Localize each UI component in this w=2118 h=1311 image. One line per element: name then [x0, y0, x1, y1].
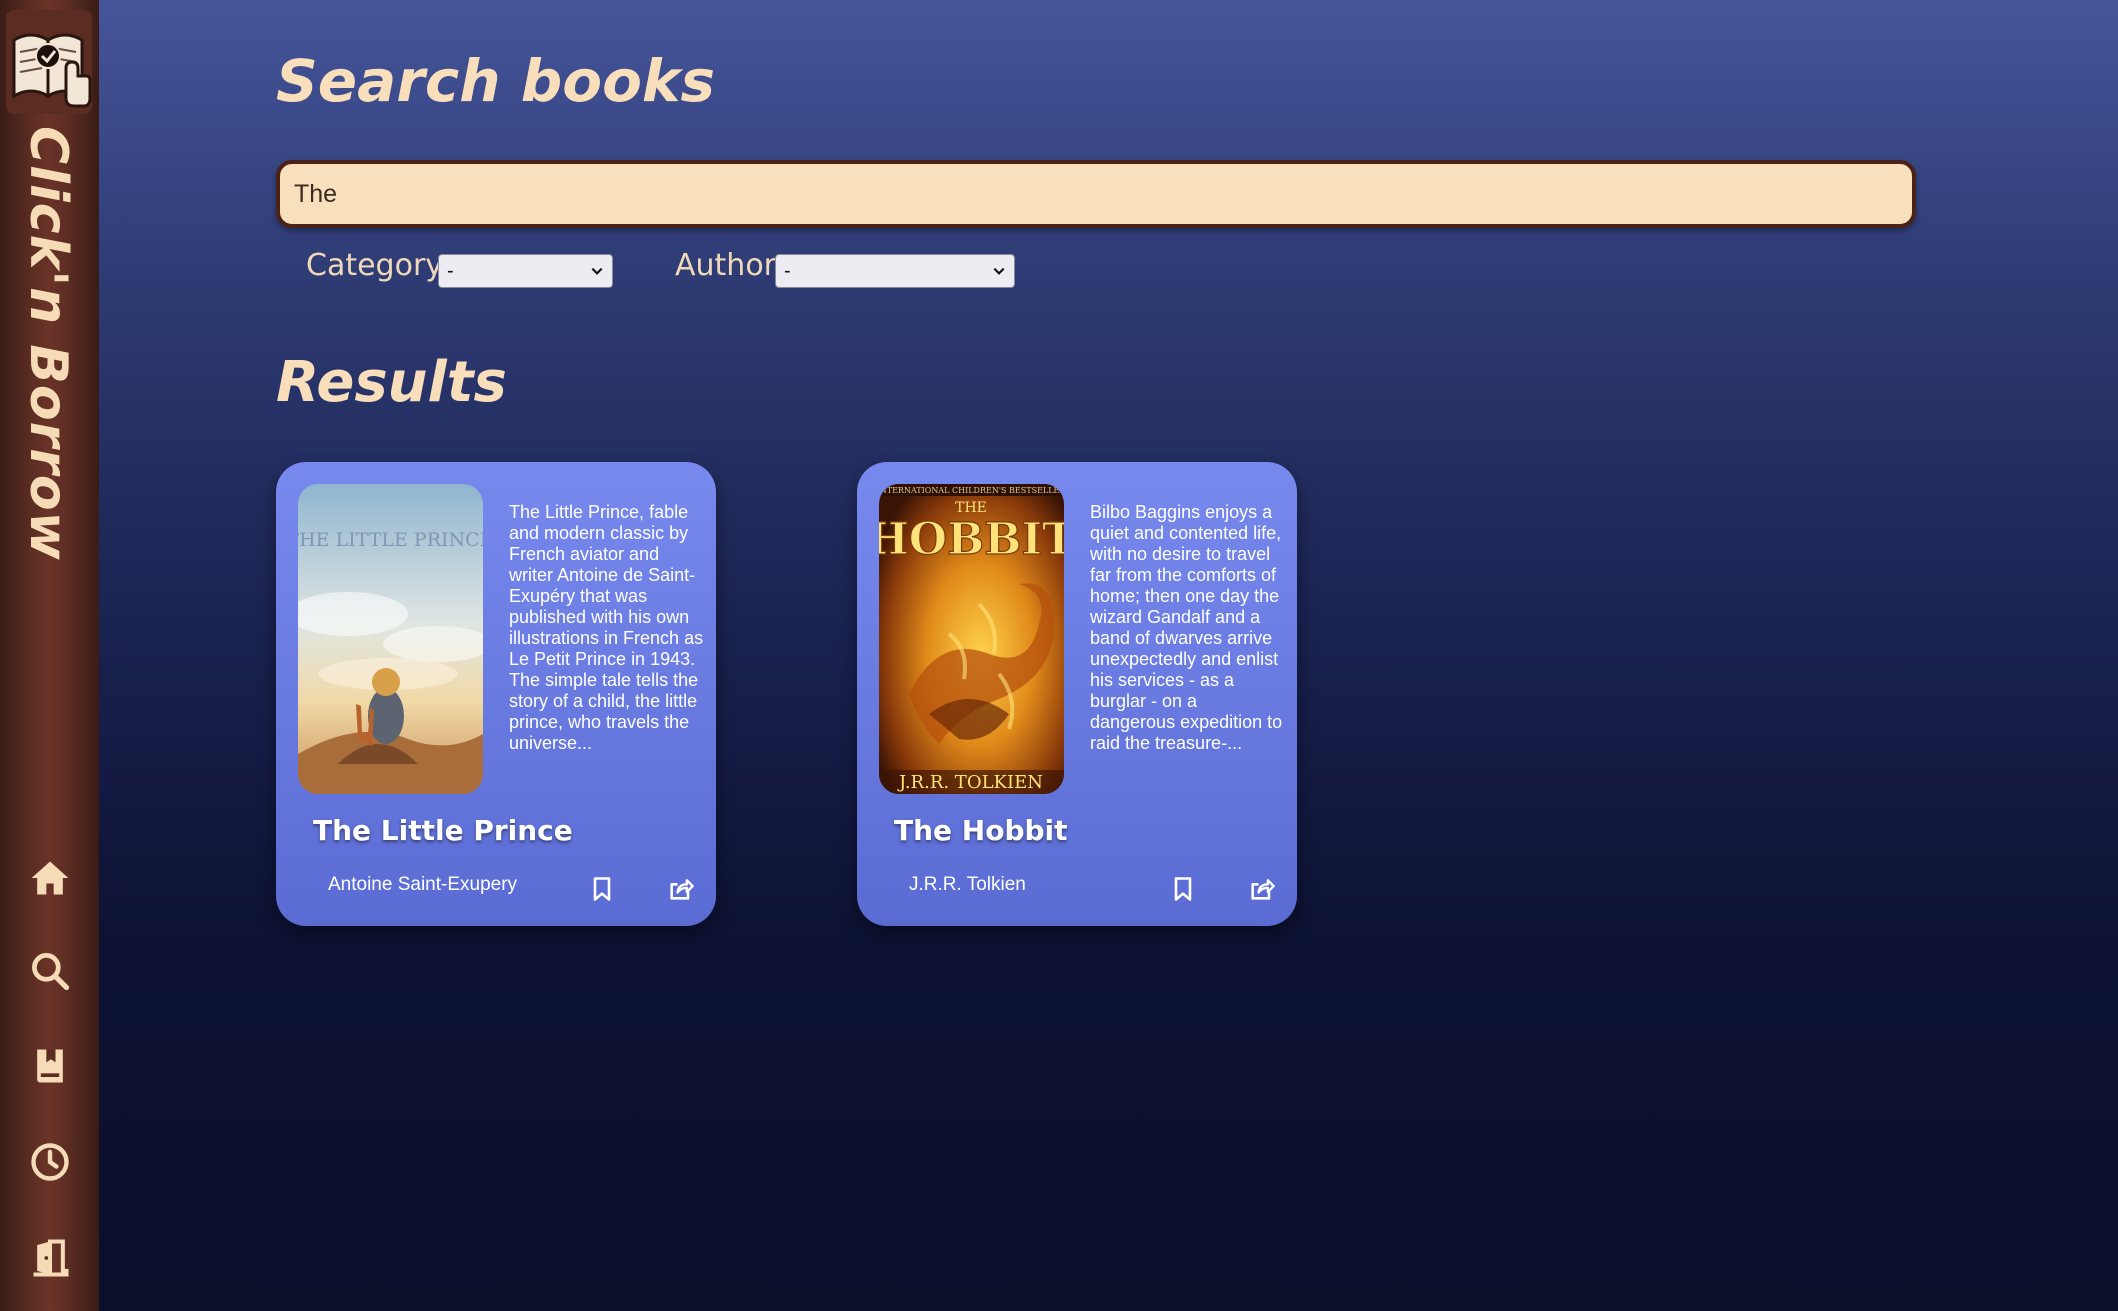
- history-clock-icon: [31, 1143, 69, 1181]
- search-box[interactable]: [276, 160, 1916, 228]
- book-author: Antoine Saint-Exupery: [328, 874, 518, 895]
- author-selected-value: -: [784, 259, 791, 282]
- book-title[interactable]: The Hobbit: [894, 814, 1068, 847]
- book-title[interactable]: The Little Prince: [313, 814, 573, 847]
- home-icon: [31, 861, 69, 895]
- search-icon: [32, 953, 70, 991]
- nav-my-books[interactable]: [22, 1038, 78, 1094]
- bookmark-icon: [593, 877, 611, 901]
- cover-title-text: THE LITTLE PRINCE: [298, 529, 483, 551]
- results-heading: Results: [276, 350, 507, 415]
- logout-door-icon: [33, 1239, 69, 1277]
- share-button[interactable]: [664, 872, 698, 906]
- nav-logout[interactable]: [22, 1230, 78, 1286]
- book-cover[interactable]: INTERNATIONAL CHILDREN'S BESTSELLER THE …: [879, 484, 1064, 794]
- book-author: J.R.R. Tolkien: [909, 874, 1026, 895]
- little-prince-cover-image: THE LITTLE PRINCE: [298, 484, 483, 794]
- category-selected-value: -: [447, 259, 454, 282]
- brand-name: Click'n Borrow: [2, 126, 94, 561]
- chevron-down-icon: [591, 267, 603, 275]
- sidebar: Click'n Borrow: [0, 0, 99, 1311]
- share-icon: [1251, 879, 1275, 900]
- bookmark-button[interactable]: [585, 872, 619, 906]
- page-title: Search books: [276, 47, 716, 115]
- nav-search[interactable]: [22, 943, 78, 999]
- cover-title-text: HOBBIT: [879, 514, 1064, 565]
- category-label: Category: [306, 248, 444, 283]
- hobbit-cover-image: INTERNATIONAL CHILDREN'S BESTSELLER THE …: [879, 484, 1064, 794]
- search-input[interactable]: [280, 164, 1912, 224]
- brand-text: Click'n Borrow: [18, 126, 78, 561]
- book-cover[interactable]: THE LITTLE PRINCE: [298, 484, 483, 794]
- share-icon: [670, 879, 694, 900]
- bookmark-button[interactable]: [1166, 872, 1200, 906]
- share-button[interactable]: [1245, 872, 1279, 906]
- nav-history[interactable]: [22, 1134, 78, 1190]
- book-card[interactable]: INTERNATIONAL CHILDREN'S BESTSELLER THE …: [857, 462, 1297, 926]
- book-card[interactable]: THE LITTLE PRINCE The Little Prince, fab…: [276, 462, 716, 926]
- nav-home[interactable]: [22, 850, 78, 906]
- cover-author-text: J.R.R. TOLKIEN: [897, 772, 1043, 793]
- bookmark-book-icon: [37, 1049, 63, 1083]
- book-description: Bilbo Baggins enjoys a quiet and content…: [1090, 502, 1283, 753]
- author-select[interactable]: -: [775, 254, 1015, 288]
- book-cursor-logo-icon: [6, 10, 92, 114]
- chevron-down-icon: [993, 267, 1005, 275]
- app-logo[interactable]: [6, 10, 92, 114]
- cover-tagline-text: INTERNATIONAL CHILDREN'S BESTSELLER: [879, 486, 1064, 495]
- bookmark-icon: [1174, 877, 1192, 901]
- category-select[interactable]: -: [438, 254, 613, 288]
- author-label: Author: [675, 248, 777, 283]
- book-description: The Little Prince, fable and modern clas…: [509, 502, 704, 753]
